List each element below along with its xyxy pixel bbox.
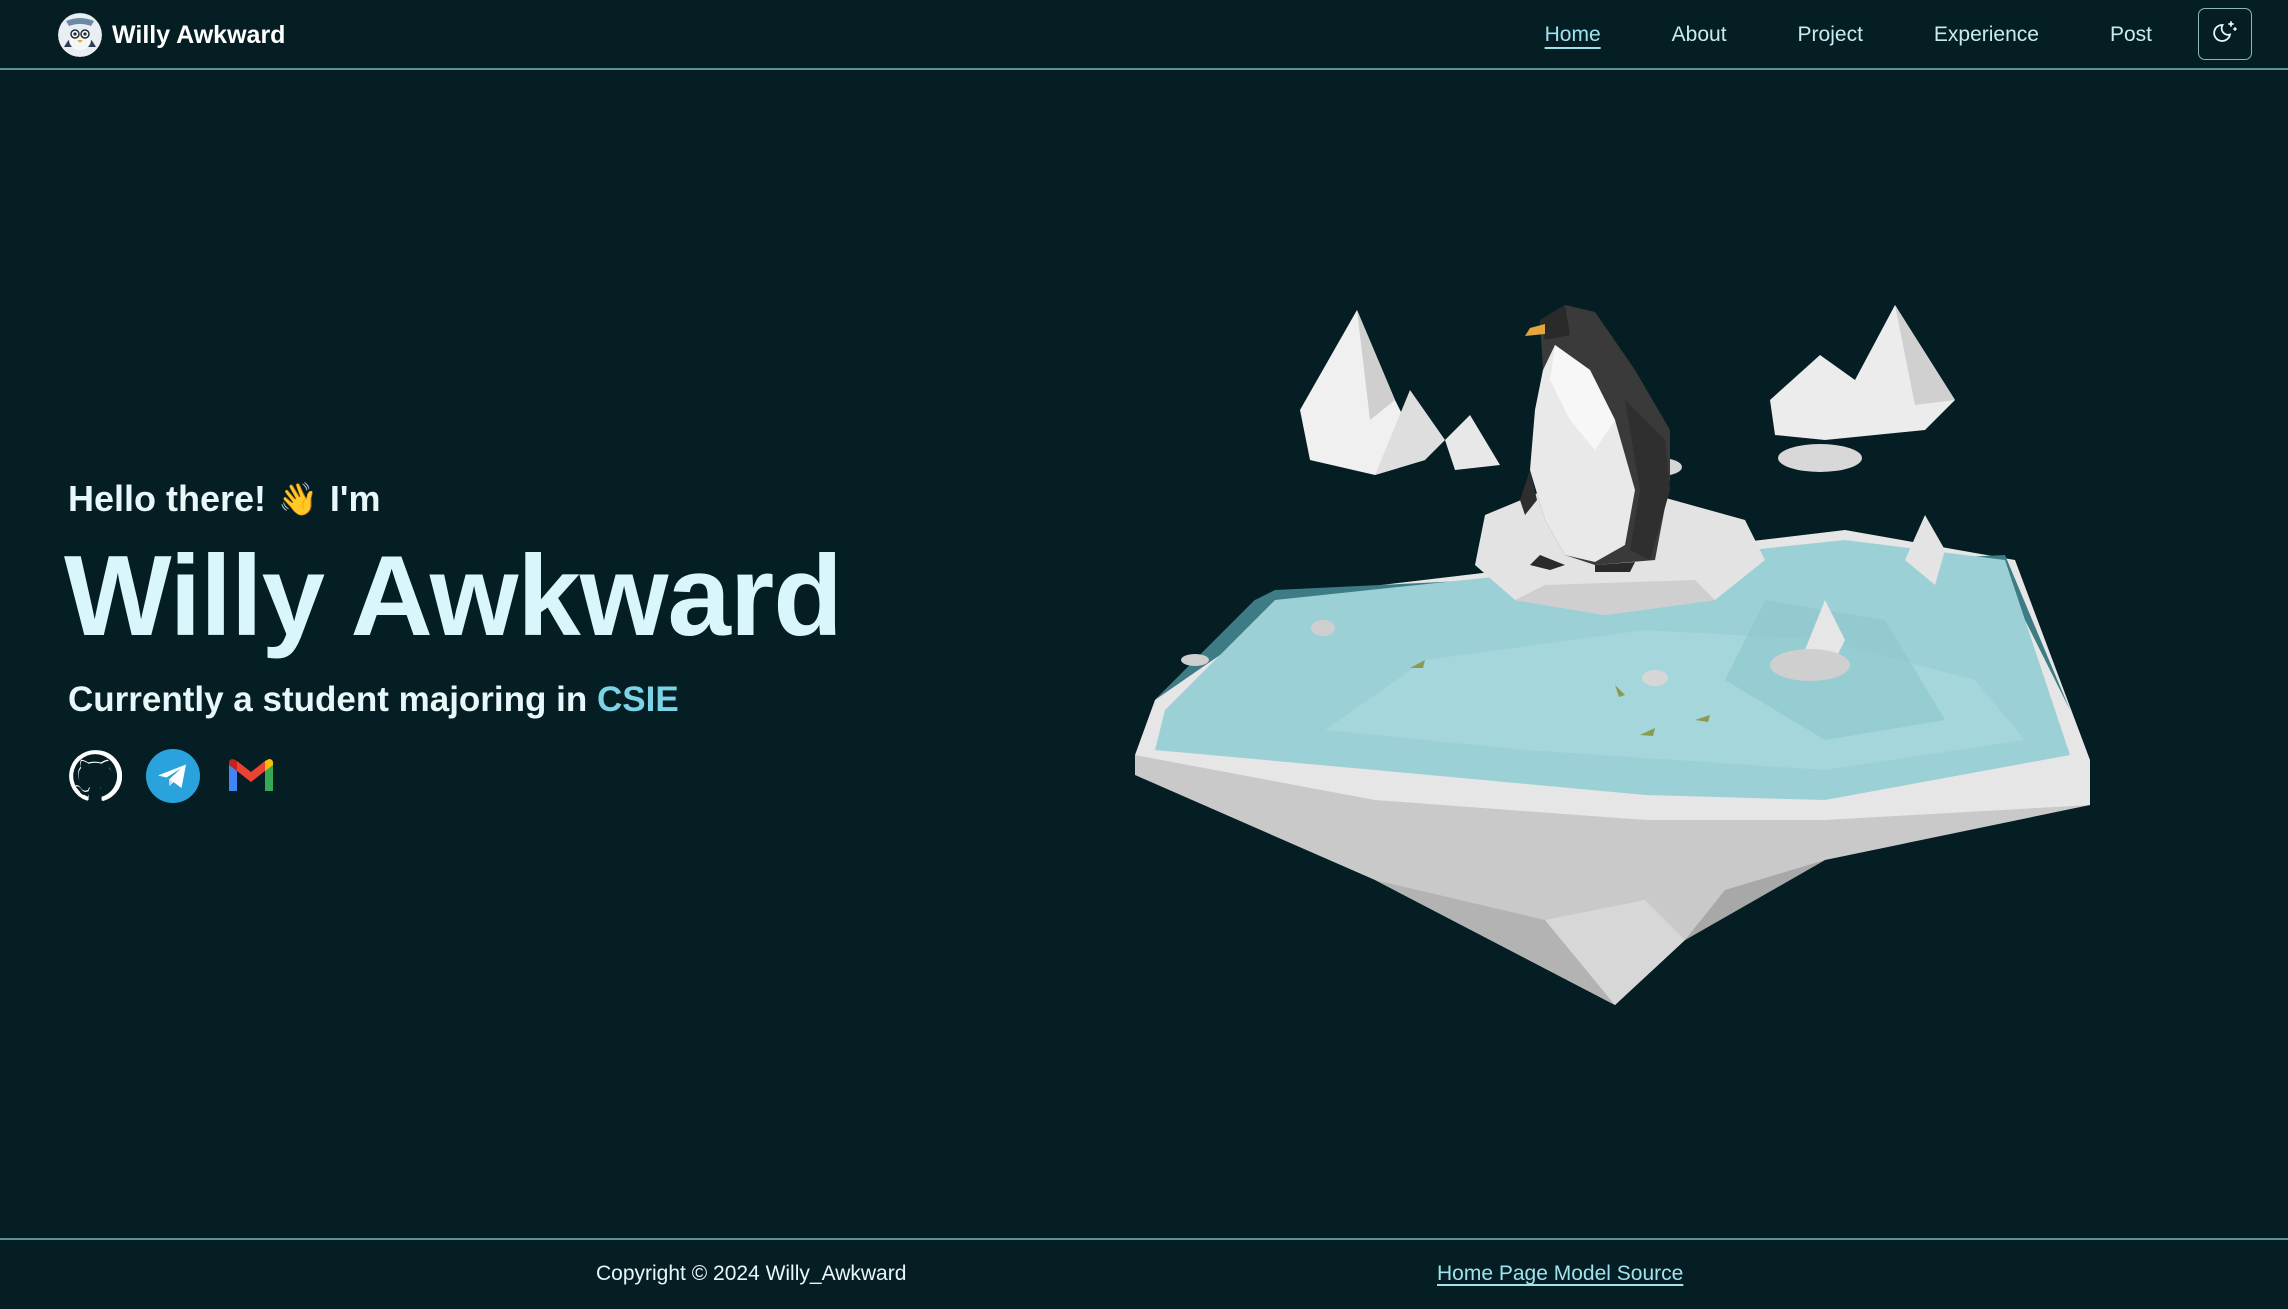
penguin-iceberg-illustration[interactable] bbox=[1125, 300, 2100, 1020]
social-links bbox=[68, 748, 278, 808]
telegram-icon bbox=[146, 748, 200, 808]
page-footer: Copyright © 2024 Willy_Awkward Home Page… bbox=[0, 1238, 2288, 1309]
theme-toggle-button[interactable] bbox=[2198, 8, 2252, 60]
main-nav: Home About Project Experience Post bbox=[1545, 0, 2152, 70]
nav-home[interactable]: Home bbox=[1545, 23, 1601, 47]
model-source-link[interactable]: Home Page Model Source bbox=[1437, 1262, 1683, 1286]
greeting-text: Hello there! bbox=[68, 478, 267, 519]
hero-greeting: Hello there! 👋 I'm bbox=[68, 478, 380, 520]
major-highlight: CSIE bbox=[596, 680, 679, 719]
moon-stars-icon bbox=[2211, 18, 2239, 51]
copyright-text: Copyright © 2024 Willy_Awkward bbox=[596, 1262, 907, 1285]
tagline-text: Currently a student majoring in bbox=[68, 680, 588, 719]
penguin-avatar-icon bbox=[58, 13, 102, 57]
waving-hand-icon: 👋 bbox=[278, 480, 318, 518]
greeting-suffix: I'm bbox=[329, 478, 381, 519]
top-navbar: Willy Awkward Home About Project Experie… bbox=[0, 0, 2288, 70]
nav-project[interactable]: Project bbox=[1798, 23, 1863, 47]
brand-home-link[interactable]: Willy Awkward bbox=[58, 13, 285, 57]
telegram-link[interactable] bbox=[146, 748, 200, 808]
nav-about[interactable]: About bbox=[1672, 23, 1727, 47]
brand-name: Willy Awkward bbox=[112, 20, 286, 49]
gmail-link[interactable] bbox=[224, 751, 278, 805]
github-link[interactable] bbox=[68, 749, 123, 808]
github-icon bbox=[68, 749, 123, 808]
nav-experience[interactable]: Experience bbox=[1934, 23, 2039, 47]
gmail-icon bbox=[224, 749, 278, 808]
hero-tagline: Currently a student majoring in CSIE bbox=[68, 680, 679, 720]
hero-name: Willy Awkward bbox=[64, 533, 843, 660]
nav-post[interactable]: Post bbox=[2110, 23, 2152, 47]
